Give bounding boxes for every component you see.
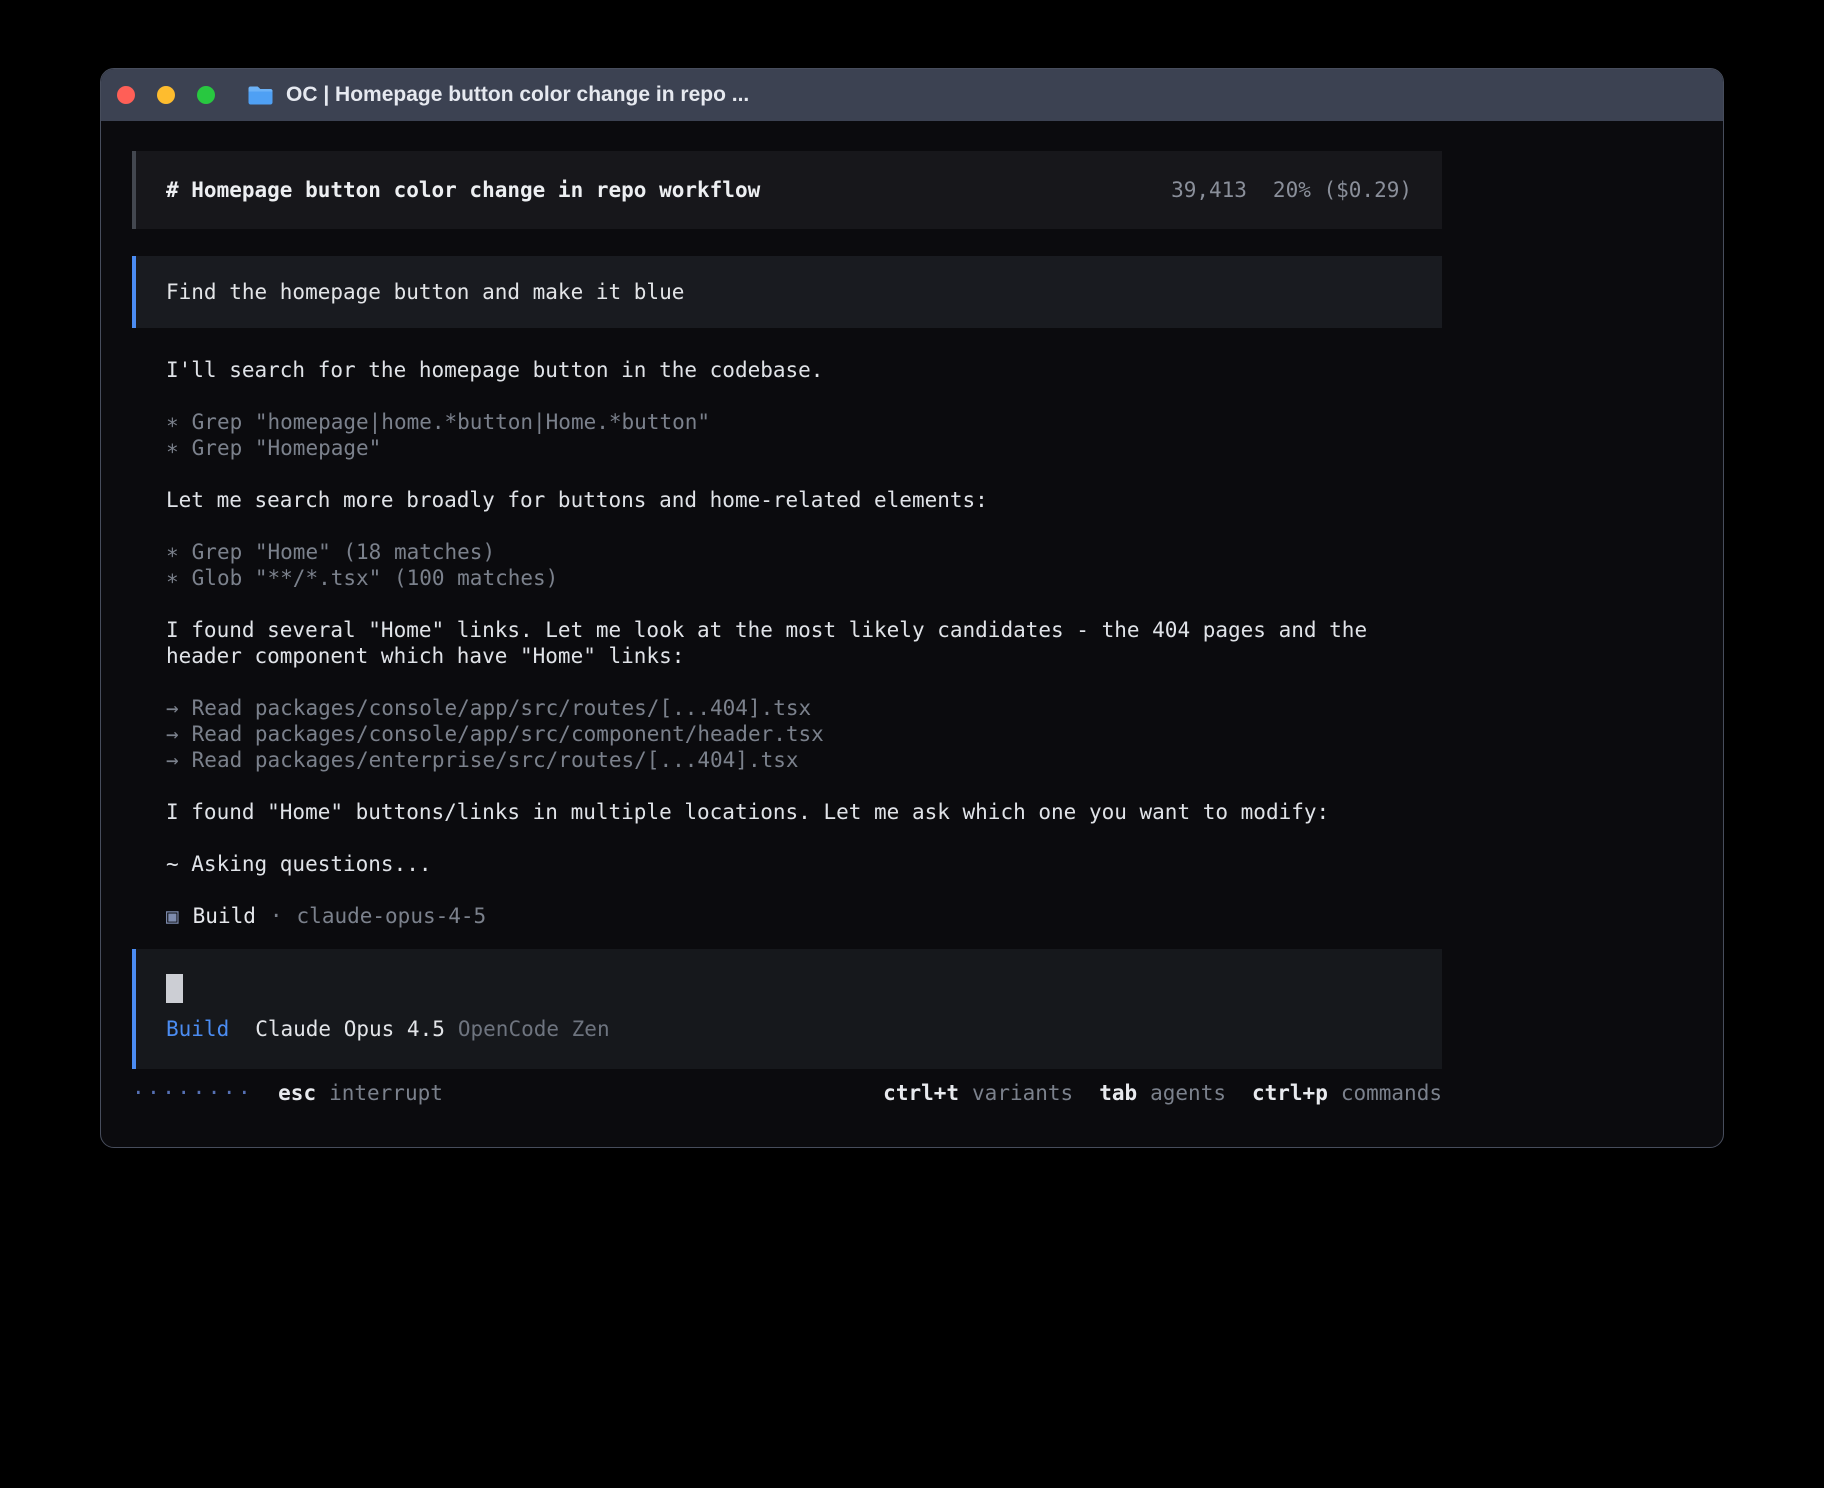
- model-name[interactable]: Claude Opus 4.5: [255, 1016, 445, 1042]
- tool-call: ∗ Grep "Home" (18 matches): [166, 539, 1442, 565]
- tool-bullet-icon: ∗: [166, 539, 179, 565]
- tool-call: → Read packages/console/app/src/componen…: [166, 721, 1442, 747]
- window-title: OC | Homepage button color change in rep…: [286, 83, 749, 107]
- tool-arrow-icon: →: [166, 721, 179, 747]
- shortcut-agents: tab agents: [1099, 1080, 1226, 1106]
- assistant-text: I found "Home" buttons/links in multiple…: [166, 799, 1442, 825]
- session-header: # Homepage button color change in repo w…: [132, 151, 1442, 229]
- tool-bullet-icon: ∗: [166, 435, 179, 461]
- tool-call-group: ∗ Grep "homepage|home.*button|Home.*butt…: [166, 409, 1442, 461]
- shortcut-interrupt: esc interrupt: [278, 1080, 443, 1106]
- agent-indicator: ▣ Build · claude-opus-4-5: [166, 903, 1442, 929]
- tool-arrow-icon: →: [166, 747, 179, 773]
- assistant-text: I'll search for the homepage button in t…: [166, 357, 1442, 383]
- tool-bullet-icon: ∗: [166, 565, 179, 591]
- shortcut-variants: ctrl+t variants: [883, 1080, 1073, 1106]
- model-provider: OpenCode Zen: [458, 1016, 610, 1042]
- model-selector-line[interactable]: Build Claude Opus 4.5 OpenCode Zen: [166, 1016, 1412, 1042]
- tool-call-group: ∗ Grep "Home" (18 matches) ∗ Glob "**/*.…: [166, 539, 1442, 591]
- tool-bullet-icon: ∗: [166, 409, 179, 435]
- assistant-text: I found several "Home" links. Let me loo…: [166, 617, 1442, 669]
- tool-call-text: Read packages/enterprise/src/routes/[...…: [192, 747, 799, 773]
- window-title-group: OC | Homepage button color change in rep…: [247, 83, 749, 107]
- spinner-dots-icon: ········: [132, 1080, 253, 1106]
- folder-icon: [247, 85, 274, 106]
- shortcut-key: ctrl+t: [883, 1080, 959, 1106]
- shortcut-key: tab: [1099, 1080, 1137, 1106]
- desktop-background: OC | Homepage button color change in rep…: [0, 0, 1824, 1488]
- tool-call-text: Grep "homepage|home.*button|Home.*button…: [192, 409, 710, 435]
- assistant-text: Let me search more broadly for buttons a…: [166, 487, 1442, 513]
- minimize-button[interactable]: [157, 86, 175, 104]
- traffic-lights: [101, 86, 215, 104]
- close-button[interactable]: [117, 86, 135, 104]
- terminal-window: OC | Homepage button color change in rep…: [100, 68, 1724, 1148]
- window-titlebar[interactable]: OC | Homepage button color change in rep…: [101, 69, 1723, 121]
- shortcut-key: esc: [278, 1080, 316, 1106]
- status-bar-right: ctrl+t variants tab agents ctrl+p comman…: [883, 1080, 1442, 1106]
- token-count: 39,413: [1171, 177, 1247, 203]
- tool-call: → Read packages/console/app/src/routes/[…: [166, 695, 1442, 721]
- tool-call-text: Grep "Homepage": [192, 435, 382, 461]
- agent-model: claude-opus-4-5: [297, 903, 487, 929]
- text-cursor: [166, 974, 183, 1003]
- shortcut-label: variants: [972, 1080, 1073, 1106]
- agent-name: Build: [193, 903, 256, 929]
- tool-call-group: → Read packages/console/app/src/routes/[…: [166, 695, 1442, 773]
- shortcut-key: ctrl+p: [1252, 1080, 1328, 1106]
- tool-call: ∗ Grep "Homepage": [166, 435, 1442, 461]
- tool-call: ∗ Grep "homepage|home.*button|Home.*butt…: [166, 409, 1442, 435]
- user-message-text: Find the homepage button and make it blu…: [166, 279, 684, 305]
- conversation: I'll search for the homepage button in t…: [166, 357, 1442, 929]
- status-bar: ········ esc interrupt ctrl+t variants t…: [132, 1080, 1442, 1106]
- shortcut-label: interrupt: [329, 1080, 443, 1106]
- status-bar-left: ········ esc interrupt: [132, 1080, 443, 1106]
- user-message: Find the homepage button and make it blu…: [132, 256, 1442, 328]
- shortcut-label: agents: [1150, 1080, 1226, 1106]
- shortcut-label: commands: [1341, 1080, 1442, 1106]
- tool-call: → Read packages/enterprise/src/routes/[.…: [166, 747, 1442, 773]
- agent-square-icon: ▣: [166, 903, 179, 929]
- session-title: # Homepage button color change in repo w…: [166, 177, 760, 203]
- mode-label[interactable]: Build: [166, 1016, 229, 1042]
- working-status: ~ Asking questions...: [166, 851, 1442, 877]
- session-stats: 39,413 20% ($0.29): [1171, 177, 1412, 203]
- context-usage: 20% ($0.29): [1273, 177, 1412, 203]
- tool-call-text: Read packages/console/app/src/routes/[..…: [192, 695, 812, 721]
- tool-call-text: Read packages/console/app/src/component/…: [192, 721, 824, 747]
- agent-separator: ·: [270, 903, 283, 929]
- prompt-input[interactable]: Build Claude Opus 4.5 OpenCode Zen: [132, 949, 1442, 1069]
- zoom-button[interactable]: [197, 86, 215, 104]
- shortcut-commands: ctrl+p commands: [1252, 1080, 1442, 1106]
- tool-arrow-icon: →: [166, 695, 179, 721]
- tool-call-text: Grep "Home" (18 matches): [192, 539, 495, 565]
- tool-call: ∗ Glob "**/*.tsx" (100 matches): [166, 565, 1442, 591]
- terminal-content: # Homepage button color change in repo w…: [101, 121, 1723, 1106]
- tool-call-text: Glob "**/*.tsx" (100 matches): [192, 565, 559, 591]
